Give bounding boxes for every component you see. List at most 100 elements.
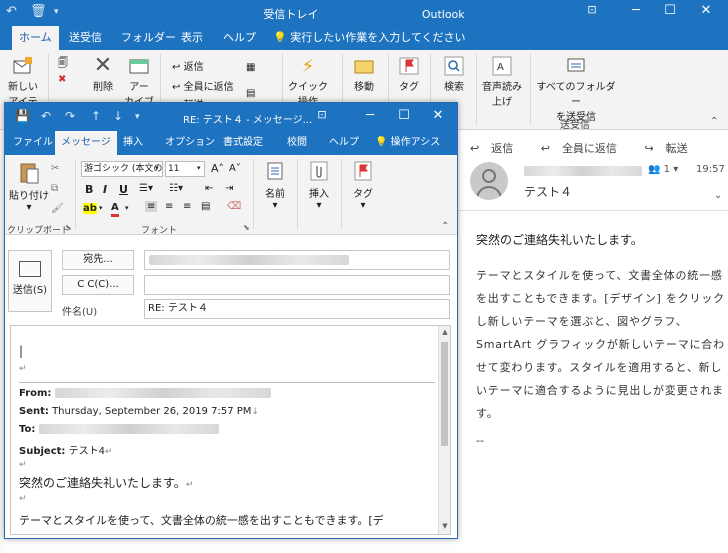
compose-tab-insert[interactable]: 挿入 <box>117 131 149 155</box>
read-aloud-button[interactable]: A 音声読み 上げ <box>480 56 524 108</box>
more-respond-icon[interactable]: ▤ <box>246 88 255 99</box>
grow-font-icon[interactable]: A˄ <box>211 162 224 175</box>
cc-field[interactable] <box>144 275 450 295</box>
send-receive-icon <box>567 58 585 72</box>
tags-button[interactable]: タグ <box>394 56 424 93</box>
paste-button[interactable]: 貼り付け ▾ <box>9 161 49 213</box>
message-body[interactable]: | ↵ From: Sent: Thursday, September 26, … <box>10 325 451 535</box>
send-receive-all-button[interactable]: すべてのフォルダー を送受信 <box>534 56 618 123</box>
compose-close-button[interactable]: ✕ <box>427 108 449 123</box>
compose-tell-me[interactable]: 💡 操作アシス <box>369 131 446 155</box>
group-label-send-receive: 送受信 <box>560 120 590 131</box>
chevron-down-icon[interactable]: ▾ <box>125 204 129 212</box>
search-button[interactable]: 検索 <box>438 56 470 93</box>
compose-tab-file[interactable]: ファイル <box>7 131 59 155</box>
clear-format-icon[interactable]: ⌫ <box>227 201 241 212</box>
font-launcher-icon[interactable]: ⬊ <box>243 223 250 232</box>
chevron-down-icon[interactable]: ▾ <box>197 164 201 172</box>
archive-button[interactable]: アー カイブ <box>124 56 154 108</box>
insert-attach-button[interactable]: 挿入 ▾ <box>303 161 335 211</box>
ribbon-display-icon[interactable]: ⊡ <box>311 108 333 121</box>
quoted-from: From: <box>19 388 271 399</box>
undo-icon[interactable]: ↶ <box>41 109 51 123</box>
chevron-down-icon: ▾ <box>26 202 32 213</box>
scroll-down-icon[interactable]: ▼ <box>439 522 450 530</box>
compose-tab-message[interactable]: メッセージ <box>55 131 117 155</box>
compose-tab-options[interactable]: オプション <box>159 131 221 155</box>
names-button[interactable]: 名前 ▾ <box>259 161 291 211</box>
tab-send-receive[interactable]: 送受信 <box>62 26 109 50</box>
subject-field[interactable]: RE: テスト４ <box>144 299 450 319</box>
reading-forward-button[interactable]: ↪ 転送 <box>644 142 699 155</box>
compose-tags-button[interactable]: タグ ▾ <box>347 161 379 211</box>
ignore-icon[interactable]: 🗐 <box>58 56 68 73</box>
align-center-icon[interactable]: ≡ <box>165 201 173 212</box>
maximize-button[interactable]: ☐ <box>658 3 682 18</box>
font-color-icon[interactable]: A <box>111 202 119 217</box>
minimize-button[interactable]: ─ <box>624 3 648 18</box>
scroll-up-icon[interactable]: ▲ <box>439 328 450 336</box>
clipboard-launcher-icon[interactable]: ⬊ <box>65 223 72 232</box>
tab-help[interactable]: ヘルプ <box>216 26 263 50</box>
reply-button[interactable]: ↩ 返信 <box>172 58 204 73</box>
cut-icon[interactable]: ✂ <box>51 163 59 174</box>
arrow-down-icon[interactable]: ↓ <box>113 109 123 123</box>
to-button[interactable]: 宛先... <box>62 250 134 270</box>
quoted-to: To: <box>19 424 219 435</box>
copy-icon[interactable]: ⧉ <box>51 183 58 194</box>
cc-button[interactable]: C C(C)... <box>62 275 134 295</box>
compose-tab-review[interactable]: 校閲 <box>281 131 313 155</box>
align-left-icon[interactable]: ≡ <box>145 201 158 212</box>
compose-tab-format[interactable]: 書式設定 <box>217 131 269 155</box>
ribbon-display-icon[interactable]: ⊡ <box>580 3 604 16</box>
tab-view[interactable]: 表示 <box>174 26 210 50</box>
increase-indent-icon[interactable]: ⇥ <box>225 183 233 194</box>
close-button[interactable]: ✕ <box>694 3 718 18</box>
reply-all-button[interactable]: ↩ 全員に返信 <box>172 78 234 93</box>
compose-ribbon: 貼り付け ▾ ✂ ⧉ 🖌 クリップボード ⬊ 游ゴシック (本文のフ ▾ 11 … <box>5 155 457 236</box>
delete-button[interactable]: ✕ 削除 <box>86 55 120 94</box>
bold-button[interactable]: B <box>85 183 93 196</box>
bullets-icon[interactable]: ☰▾ <box>139 183 153 194</box>
cleanup-icon[interactable]: ✖ <box>58 74 66 85</box>
tab-home[interactable]: ホーム <box>12 26 59 50</box>
quick-steps-button[interactable]: ⚡ クイック 操作 <box>288 56 328 108</box>
to-field[interactable] <box>144 250 450 270</box>
highlight-icon[interactable]: ab <box>83 203 97 214</box>
forward-icon: ↪ <box>644 142 654 155</box>
reading-subject: テスト４ <box>524 185 573 199</box>
people-count[interactable]: 👥 1 ▾ <box>648 164 678 175</box>
to-quoted-redacted <box>38 424 219 434</box>
italic-button[interactable]: I <box>103 183 107 196</box>
collapse-ribbon-icon[interactable]: ⌃ <box>710 116 718 127</box>
shrink-font-icon[interactable]: A˅ <box>229 163 241 174</box>
numbering-icon[interactable]: ☷▾ <box>169 183 183 194</box>
body-scrollbar[interactable]: ▲ ▼ <box>438 326 450 534</box>
underline-button[interactable]: U <box>119 183 128 196</box>
meeting-icon[interactable]: ▦ <box>246 62 255 73</box>
reading-reply-all-button[interactable]: ↩ 全員に返信 <box>541 142 629 155</box>
chevron-down-icon[interactable]: ▾ <box>99 204 103 212</box>
align-right-icon[interactable]: ≡ <box>183 201 191 212</box>
decrease-indent-icon[interactable]: ⇤ <box>205 183 213 194</box>
ribbon-separator <box>341 159 342 229</box>
move-button[interactable]: 移動 <box>348 56 380 93</box>
chevron-down-icon[interactable]: ▾ <box>155 164 159 172</box>
compose-maximize-button[interactable]: ☐ <box>393 108 415 123</box>
quick-access-dropdown-icon[interactable]: ▾ <box>135 112 140 122</box>
redo-icon[interactable]: ↷ <box>65 109 75 123</box>
send-button[interactable]: 送信(S) <box>8 250 52 312</box>
collapse-ribbon-icon[interactable]: ⌃ <box>441 221 449 232</box>
expand-header-icon[interactable]: ⌄ <box>714 190 722 201</box>
format-painter-icon[interactable]: 🖌 <box>51 203 64 214</box>
tell-me-search[interactable]: 💡 実行したい作業を入力してください <box>266 26 473 50</box>
scroll-thumb[interactable] <box>441 342 448 446</box>
save-icon[interactable]: 💾 <box>15 109 30 123</box>
font-name-select[interactable]: 游ゴシック (本文のフ <box>81 161 163 177</box>
compose-minimize-button[interactable]: ─ <box>359 108 381 123</box>
compose-tab-help[interactable]: ヘルプ <box>323 131 365 155</box>
reading-reply-button[interactable]: ↩ 返信 <box>470 142 525 155</box>
justify-icon[interactable]: ▤ <box>201 201 210 212</box>
arrow-up-icon[interactable]: ↑ <box>91 109 101 123</box>
tab-folder[interactable]: フォルダー <box>114 26 183 50</box>
